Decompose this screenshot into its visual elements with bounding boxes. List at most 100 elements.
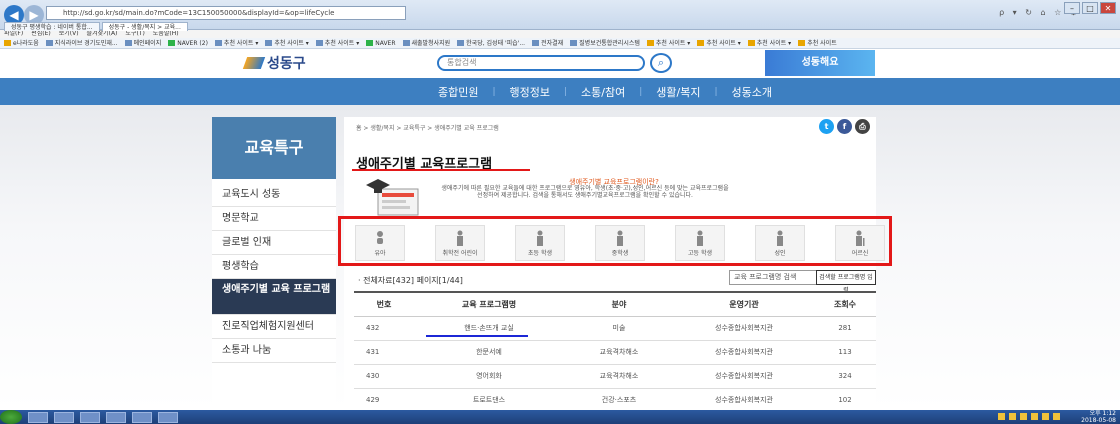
favorite-item[interactable]: 전자결재 xyxy=(532,38,563,48)
stage-label: 유아 xyxy=(374,250,386,257)
favorite-item[interactable]: 추천 사이트 ▾ xyxy=(214,38,258,48)
tray-icon[interactable] xyxy=(1053,413,1060,420)
maximize-icon[interactable]: □ xyxy=(1082,2,1098,14)
sidebar-item-edu-city[interactable]: 교육도시 성동 xyxy=(212,183,336,207)
taskbar-app-icon[interactable] xyxy=(28,411,48,423)
tray-icon[interactable] xyxy=(1020,413,1027,420)
sidebar: 교육특구 교육도시 성동 명문학교 글로벌 인재 평생학습 생애주기별 교육 프… xyxy=(212,117,336,407)
taskbar-app-icon[interactable] xyxy=(158,411,178,423)
stage-middle[interactable]: 중학생 xyxy=(595,225,645,261)
favorite-item[interactable]: e나라도움 xyxy=(4,38,39,48)
child-icon xyxy=(457,230,463,246)
stage-preschool[interactable]: 취학전 어린이 xyxy=(435,225,485,261)
share-icons: t f ⎙ xyxy=(819,119,870,134)
sidebar-item-sharing[interactable]: 소통과 나눔 xyxy=(212,339,336,363)
print-icon[interactable]: ⎙ xyxy=(855,119,870,134)
sidebar-item-lifecycle[interactable]: 생애주기별 교육 프로그램 xyxy=(212,279,336,315)
search-input[interactable]: 통합검색 xyxy=(437,55,645,71)
breadcrumb: 홈 > 생활/복지 > 교육특구 > 생애주기별 교육 프로그램 xyxy=(356,125,499,132)
sidebar-item-career[interactable]: 진로직업체험지원센터 xyxy=(212,315,336,339)
page-icon xyxy=(214,40,222,46)
program-search-input[interactable]: 교육 프로그램명 검색 xyxy=(729,270,817,285)
row-program-link[interactable]: 영어회화 xyxy=(414,364,564,389)
clock-date: 2018-05-08 xyxy=(1081,417,1116,424)
favorite-item[interactable]: 메인페이지 xyxy=(124,38,161,48)
sidebar-item-global[interactable]: 글로벌 인재 xyxy=(212,231,336,255)
tray-icon[interactable] xyxy=(1009,413,1016,420)
row-number: 432 xyxy=(354,316,414,341)
table-row[interactable]: 430 영어회화 교육격차해소 성수종합사회복지관 324 xyxy=(354,364,876,389)
page-icon xyxy=(697,40,705,46)
table-row[interactable]: 429 트로트댄스 건강·스포츠 성수종합사회복지관 102 xyxy=(354,388,876,413)
favorite-item[interactable]: 새출발청사지원 xyxy=(402,38,450,48)
stage-label: 취학전 어린이 xyxy=(442,250,478,257)
row-program-link[interactable]: 트로트댄스 xyxy=(414,388,564,413)
adult-icon xyxy=(777,230,783,246)
favorite-item[interactable]: 추천 사이트 xyxy=(798,38,837,48)
stage-infant[interactable]: 유아 xyxy=(355,225,405,261)
taskbar-app-icon[interactable] xyxy=(132,411,152,423)
taskbar-app-icon[interactable] xyxy=(106,411,126,423)
program-search-button[interactable]: 검색할 프로그램명 입력 xyxy=(816,270,876,294)
nav-item-civil[interactable]: 종합민원 xyxy=(424,84,492,100)
favorite-item[interactable]: 추천 사이트 ▾ xyxy=(315,38,359,48)
taskbar-app-icon[interactable] xyxy=(80,411,100,423)
naver-icon xyxy=(366,40,374,46)
favorite-item[interactable]: 지식라이브 경기도민재... xyxy=(45,38,118,48)
page-icon xyxy=(402,40,410,46)
stage-high[interactable]: 고등 학생 xyxy=(675,225,725,261)
stage-elementary[interactable]: 초등 학생 xyxy=(515,225,565,261)
row-number: 431 xyxy=(354,340,414,365)
logo-text: 성동구 xyxy=(267,56,306,72)
system-tray xyxy=(998,413,1060,420)
facebook-icon[interactable]: f xyxy=(837,119,852,134)
nav-item-participation[interactable]: 소통/참여 xyxy=(567,84,639,100)
favorite-item[interactable]: NAVER (2) xyxy=(168,38,208,48)
title-underline xyxy=(352,169,530,171)
stage-senior[interactable]: 어르신 xyxy=(835,225,885,261)
site-header: 성동구 통합검색 ⌕ 성동해요 xyxy=(0,50,1120,78)
page-icon xyxy=(646,40,654,46)
twitter-icon[interactable]: t xyxy=(819,119,834,134)
site-logo[interactable]: 성동구 xyxy=(242,53,306,73)
nav-item-welfare[interactable]: 생활/복지 xyxy=(642,84,714,100)
tray-icon[interactable] xyxy=(1042,413,1049,420)
favorite-item[interactable]: 추천 사이트 ▾ xyxy=(697,38,741,48)
row-organizer: 성수종합사회복지관 xyxy=(674,316,814,341)
favorite-item[interactable]: 추천 사이트 ▾ xyxy=(646,38,690,48)
taskbar-app-icon[interactable] xyxy=(54,411,74,423)
row-field: 건강·스포츠 xyxy=(564,388,674,413)
sidebar-item-lifelong[interactable]: 평생학습 xyxy=(212,255,336,279)
tab-seongdong[interactable]: 성동구 - 생활/복지 > 교육... xyxy=(101,22,188,31)
close-icon[interactable]: ✕ xyxy=(1100,2,1116,14)
intro-text: 생애주기에 따른 필요한 교육들에 대한 프로그램으로 영유아, 학생(초·중·… xyxy=(441,185,729,199)
student-icon xyxy=(697,230,703,246)
table-row[interactable]: 431 한문서예 교육격차해소 성수종합사회복지관 113 xyxy=(354,340,876,365)
stage-label: 초등 학생 xyxy=(528,250,552,257)
list-summary: · 전체자료[432] 페이지[1/44] xyxy=(358,276,463,285)
row-number: 429 xyxy=(354,388,414,413)
nav-item-about[interactable]: 성동소개 xyxy=(718,84,786,100)
row-program-link[interactable]: 한문서예 xyxy=(414,340,564,365)
tab-naver[interactable]: 성동구 평생학습 : 네이버 통합... xyxy=(4,22,100,31)
promo-banner[interactable]: 성동해요 xyxy=(765,50,875,76)
tray-icon[interactable] xyxy=(1031,413,1038,420)
row-views: 281 xyxy=(814,316,876,341)
infant-icon xyxy=(377,231,383,244)
favorite-item[interactable]: 추천 사이트 ▾ xyxy=(747,38,791,48)
nav-item-admin[interactable]: 행정정보 xyxy=(496,84,564,100)
tray-icon[interactable] xyxy=(998,413,1005,420)
page-icon xyxy=(798,40,806,46)
stage-adult[interactable]: 성인 xyxy=(755,225,805,261)
minimize-icon[interactable]: – xyxy=(1064,2,1080,14)
row-organizer: 성수종합사회복지관 xyxy=(674,340,814,365)
address-bar[interactable]: http://sd.go.kr/sd/main.do?mCode=13C1500… xyxy=(46,6,406,20)
clock[interactable]: 오후 1:12 2018-05-08 xyxy=(1081,410,1116,424)
favorite-item[interactable]: 한국당, 김성태 '피습'... xyxy=(457,38,525,48)
favorite-item[interactable]: 질병보건통합관리시스템 xyxy=(570,38,640,48)
sidebar-item-school[interactable]: 명문학교 xyxy=(212,207,336,231)
start-icon[interactable] xyxy=(0,410,22,424)
search-icon[interactable]: ⌕ xyxy=(650,53,672,73)
favorite-item[interactable]: 추천 사이트 ▾ xyxy=(265,38,309,48)
favorite-item[interactable]: NAVER xyxy=(366,38,396,48)
